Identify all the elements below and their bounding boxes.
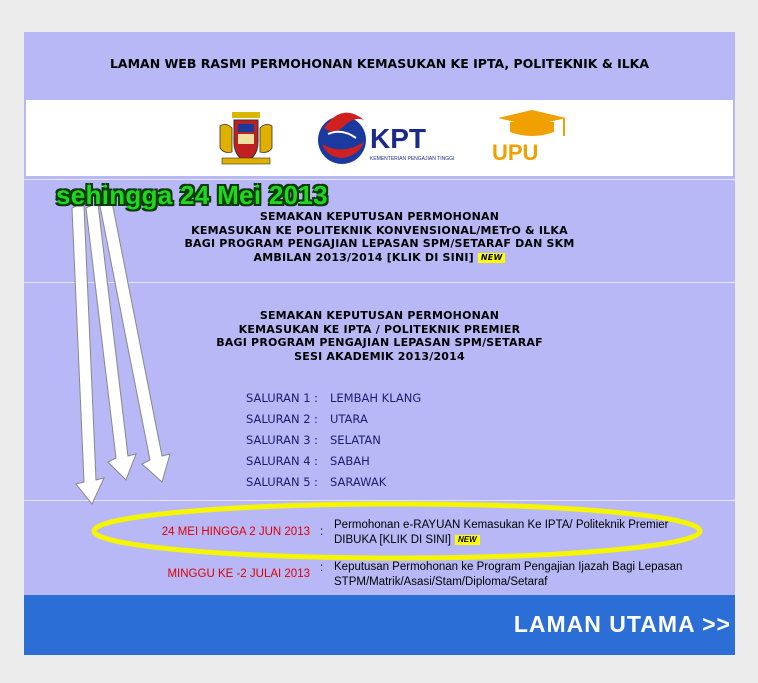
page-title: LAMAN WEB RASMI PERMOHONAN KEMASUKAN KE … (109, 56, 650, 71)
ipta-result-block: SEMAKAN KEPUTUSAN PERMOHONAN KEMASUKAN K… (24, 309, 735, 363)
block2-line: KEMASUKAN KE IPTA / POLITEKNIK PREMIER (238, 322, 521, 336)
saluran-colon: : (314, 412, 318, 426)
event-line: Permohonan e-RAYUAN Kemasukan Ke IPTA/ P… (334, 519, 669, 531)
kpt-logo-subtext: KEMENTERIAN PENGAJIAN TINGGI (370, 156, 454, 162)
event-colon: : (320, 526, 324, 538)
page-frame: LAMAN WEB RASMI PERMOHONAN KEMASUKAN KE … (0, 0, 758, 683)
block1-line: SEMAKAN KEPUTUSAN PERMOHONAN (259, 210, 500, 223)
saluran-link-sarawak[interactable]: SARAWAK (330, 475, 386, 489)
saluran-link-selatan[interactable]: SELATAN (330, 433, 381, 447)
block1-link-line[interactable]: AMBILAN 2013/2014 [KLIK DI SINI] NEW (24, 251, 735, 265)
header: LAMAN WEB RASMI PERMOHONAN KEMASUKAN KE … (24, 32, 735, 96)
event-colon: : (320, 562, 324, 574)
logo-band: KPT KEMENTERIAN PENGAJIAN TINGGI UPU (26, 100, 733, 176)
saluran-colon: : (314, 433, 318, 447)
saluran-label: SALURAN 3 (246, 433, 311, 447)
event-line: Keputusan Permohonan ke Program Pengajia… (334, 561, 683, 573)
event-date: MINGGU KE -2 JULAI 2013 (167, 568, 310, 580)
ambilan-link[interactable]: AMBILAN 2013/2014 [KLIK DI SINI] (254, 251, 474, 264)
upu-logo: UPU (492, 110, 566, 165)
saluran-label: SALURAN 4 (246, 454, 311, 468)
saluran-link-lembah-klang[interactable]: LEMBAH KLANG (330, 391, 421, 405)
footer-bar: LAMAN UTAMA >> (24, 595, 735, 655)
keputusan-ijazah-info: Keputusan Permohonan ke Program Pengajia… (334, 560, 734, 590)
kpt-logo: KPT KEMENTERIAN PENGAJIAN TINGGI (318, 112, 454, 164)
block2-line: BAGI PROGRAM PENGAJIAN LEPASAN SPM/SETAR… (216, 336, 543, 349)
new-badge: NEW (454, 534, 480, 545)
event-line[interactable]: DIBUKA [KLIK DI SINI] (334, 534, 451, 546)
e-rayuan-link[interactable]: Permohonan e-RAYUAN Kemasukan Ke IPTA/ P… (334, 518, 734, 548)
divider (24, 500, 735, 501)
malaysia-crest-logo (219, 112, 273, 165)
saluran-colon: : (314, 475, 318, 489)
saluran-label: SALURAN 5 (246, 475, 311, 489)
block2-line: SEMAKAN KEPUTUSAN PERMOHONAN (259, 309, 500, 322)
saluran-link-sabah[interactable]: SABAH (330, 454, 370, 468)
kpt-logo-text: KPT (370, 123, 426, 154)
politeknik-result-block: SEMAKAN KEPUTUSAN PERMOHONAN KEMASUKAN K… (24, 210, 735, 264)
block2-line: SESI AKADEMIK 2013/2014 (294, 349, 465, 363)
saluran-row-5[interactable]: SALURAN 5: SARAWAK (246, 475, 386, 489)
saluran-row-3[interactable]: SALURAN 3: SELATAN (246, 433, 381, 447)
saluran-row-1[interactable]: SALURAN 1: LEMBAH KLANG (246, 391, 421, 405)
saluran-link-utara[interactable]: UTARA (330, 412, 368, 426)
divider (24, 282, 735, 283)
block1-line: KEMASUKAN KE POLITEKNIK KONVENSIONAL/MET… (191, 223, 568, 237)
new-badge: NEW (477, 252, 506, 263)
upu-logo-text: UPU (492, 140, 538, 165)
saluran-label: SALURAN 2 (246, 412, 311, 426)
saluran-row-4[interactable]: SALURAN 4: SABAH (246, 454, 370, 468)
annotation-text: sehingga 24 Mei 2013 (56, 180, 328, 210)
saluran-row-2[interactable]: SALURAN 2: UTARA (246, 412, 368, 426)
content-panel: LAMAN WEB RASMI PERMOHONAN KEMASUKAN KE … (24, 32, 735, 655)
event-date: 24 MEI HINGGA 2 JUN 2013 (161, 526, 310, 538)
saluran-colon: : (314, 454, 318, 468)
event-line: STPM/Matrik/Asasi/Stam/Diploma/Setaraf (334, 576, 548, 588)
saluran-colon: : (314, 391, 318, 405)
saluran-label: SALURAN 1 (246, 391, 311, 405)
block1-line: BAGI PROGRAM PENGAJIAN LEPASAN SPM/SETAR… (184, 237, 575, 250)
laman-utama-button[interactable]: LAMAN UTAMA >> (514, 611, 731, 638)
